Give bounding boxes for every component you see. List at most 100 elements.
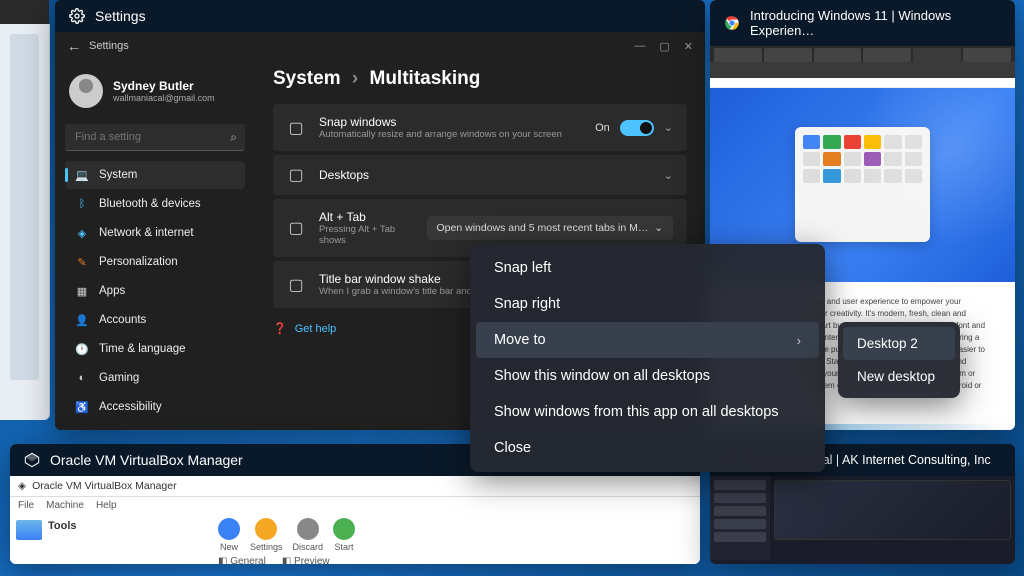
- slack-sidebar-item[interactable]: [714, 493, 766, 503]
- context-label: Move to: [494, 332, 546, 348]
- action-label: New: [220, 542, 238, 552]
- sidebar-item-accounts[interactable]: 👤Accounts: [65, 306, 245, 334]
- browser-url-bar[interactable]: [710, 78, 1015, 88]
- window-title: Settings: [95, 8, 146, 24]
- app-tile: [803, 135, 820, 149]
- setting-title: Desktops: [319, 168, 650, 182]
- slack-sidebar-item[interactable]: [714, 519, 766, 529]
- setting-row[interactable]: ▢Snap windowsAutomatically resize and ar…: [273, 104, 687, 151]
- browser-tab[interactable]: [963, 48, 1011, 62]
- setting-icon: ▢: [287, 276, 305, 294]
- context-item-snap-right[interactable]: Snap right: [476, 286, 819, 322]
- nav-icon: ◐: [75, 371, 89, 385]
- chevron-down-icon[interactable]: ⌄: [664, 169, 673, 182]
- toolbar-button-start[interactable]: Start: [333, 518, 355, 552]
- help-label: Get help: [295, 323, 337, 335]
- app-tile: [884, 135, 901, 149]
- slack-content-thumbnail: [774, 480, 1011, 540]
- action-label: Start: [335, 542, 354, 552]
- window-header-edge: Introducing Windows 11 | Windows Experie…: [710, 0, 1015, 46]
- tab-preview[interactable]: ◧ Preview: [282, 556, 330, 564]
- discard-icon: [297, 518, 319, 540]
- inner-title-label: Oracle VM VirtualBox Manager: [32, 480, 177, 492]
- nav-icon: ▦: [75, 284, 89, 298]
- context-label: Snap left: [494, 260, 551, 276]
- nav-label: Personalization: [99, 256, 178, 268]
- context-item-snap-left[interactable]: Snap left: [476, 250, 819, 286]
- sidebar-item-accessibility[interactable]: ♿Accessibility: [65, 393, 245, 421]
- toolbar-button-discard[interactable]: Discard: [293, 518, 324, 552]
- menu-item-file[interactable]: File: [18, 500, 34, 511]
- setting-title: Snap windows: [319, 115, 581, 129]
- toolbar-button-settings[interactable]: Settings: [250, 518, 283, 552]
- breadcrumb: System › Multitasking: [273, 68, 687, 90]
- browser-tab[interactable]: [714, 48, 762, 62]
- sidebar-item-privacy-security[interactable]: 🛡Privacy & security: [65, 422, 245, 430]
- context-item-show-this-window-on-all-desktops[interactable]: Show this window on all desktops: [476, 358, 819, 394]
- toggle-switch[interactable]: [620, 120, 654, 136]
- maximize-icon[interactable]: ▢: [659, 40, 669, 53]
- app-tile: [844, 152, 861, 166]
- dropdown-select[interactable]: Open windows and 5 most recent tabs in M…: [427, 216, 673, 240]
- nav-icon: 👤: [75, 313, 89, 327]
- user-profile[interactable]: Sydney Butler wallmaniacal@gmail.com: [65, 68, 245, 114]
- search-icon[interactable]: ⌕: [230, 130, 237, 145]
- tab-general[interactable]: ◧ General: [218, 556, 266, 564]
- window-context-menu: Snap left Snap right Move to › Show this win…: [470, 244, 825, 472]
- sidebar-item-system[interactable]: 💻System: [65, 161, 245, 189]
- chevron-right-icon: ›: [797, 333, 801, 348]
- nav-label: Accessibility: [99, 401, 162, 413]
- breadcrumb-page: Multitasking: [370, 68, 481, 89]
- slack-sidebar-item[interactable]: [714, 480, 766, 490]
- chevron-down-icon[interactable]: ⌄: [664, 121, 673, 134]
- app-tile: [823, 135, 840, 149]
- back-icon[interactable]: ←: [67, 38, 81, 54]
- settings-sidebar: Sydney Butler wallmaniacal@gmail.com ⌕ 💻…: [55, 60, 255, 430]
- tools-label[interactable]: Tools: [48, 520, 77, 532]
- sidebar-item-apps[interactable]: ▦Apps: [65, 277, 245, 305]
- menu-bar: File Machine Help: [10, 497, 700, 514]
- browser-tab[interactable]: [764, 48, 812, 62]
- setting-row[interactable]: ▢Desktops⌄: [273, 155, 687, 195]
- menu-item-help[interactable]: Help: [96, 500, 117, 511]
- breadcrumb-root[interactable]: System: [273, 68, 341, 89]
- browser-tab-strip: [710, 46, 1015, 62]
- app-tile: [844, 135, 861, 149]
- context-item-close[interactable]: Close: [476, 430, 819, 466]
- action-label: Discard: [293, 542, 324, 552]
- window-title: Introducing Windows 11 | Windows Experie…: [750, 8, 1001, 38]
- sidebar-item-personalization[interactable]: ✎Personalization: [65, 248, 245, 276]
- nav-label: System: [99, 169, 137, 181]
- app-tile: [844, 169, 861, 183]
- sidebar-item-time-language[interactable]: 🕐Time & language: [65, 335, 245, 363]
- app-tile: [905, 169, 922, 183]
- sidebar-item-bluetooth-devices[interactable]: ᛒBluetooth & devices: [65, 190, 245, 218]
- close-icon[interactable]: ✕: [684, 40, 693, 53]
- slack-sidebar-item[interactable]: [714, 532, 766, 542]
- browser-tab[interactable]: [863, 48, 911, 62]
- context-label: Show windows from this app on all deskto…: [494, 404, 779, 420]
- slack-sidebar-item[interactable]: [714, 506, 766, 516]
- context-item-move-to[interactable]: Move to ›: [476, 322, 819, 358]
- browser-tab-active[interactable]: [913, 48, 961, 62]
- sidebar-item-gaming[interactable]: ◐Gaming: [65, 364, 245, 392]
- vbox-sidebar: Tools: [10, 514, 210, 564]
- submenu-item-new-desktop[interactable]: New desktop: [843, 360, 955, 393]
- minimize-icon[interactable]: —: [634, 40, 645, 53]
- app-tile: [905, 152, 922, 166]
- context-item-show-windows-from-this-app-on-all-desktops[interactable]: Show windows from this app on all deskto…: [476, 394, 819, 430]
- sidebar-item-network-internet[interactable]: ◈Network & internet: [65, 219, 245, 247]
- browser-tab[interactable]: [814, 48, 862, 62]
- avatar: [69, 74, 103, 108]
- app-tile: [884, 152, 901, 166]
- window-title: Oracle VM VirtualBox Manager: [50, 452, 243, 468]
- setting-subtitle: Pressing Alt + Tab shows: [319, 224, 413, 246]
- search-input[interactable]: [65, 124, 245, 151]
- menu-item-machine[interactable]: Machine: [46, 500, 84, 511]
- submenu-item-desktop-[interactable]: Desktop 2: [843, 327, 955, 360]
- nav-icon: ◈: [75, 226, 89, 240]
- slack-sidebar: [710, 476, 770, 560]
- nav-icon: ᛒ: [75, 197, 89, 211]
- toolbar-button-new[interactable]: New: [218, 518, 240, 552]
- toggle-state: On: [595, 122, 610, 134]
